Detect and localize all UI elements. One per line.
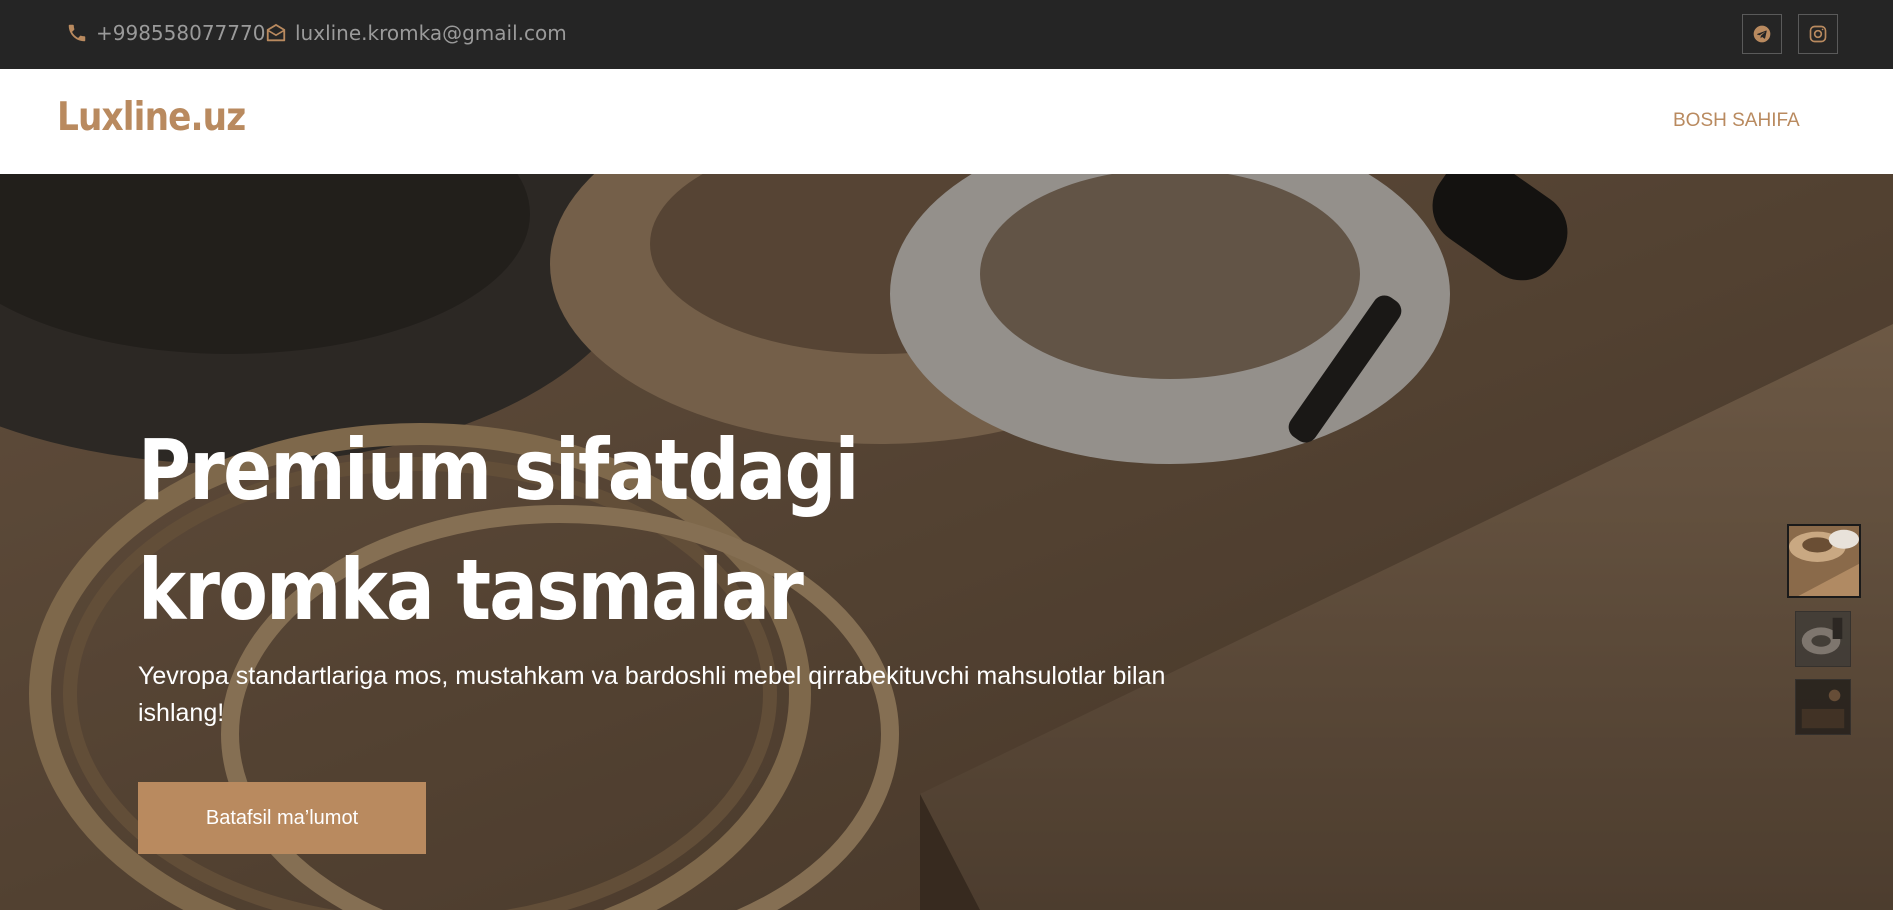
- slide-thumbnail-3[interactable]: [1795, 679, 1851, 735]
- hero-subtitle: Yevropa standartlariga mos, mustahkam va…: [138, 662, 1166, 727]
- hero-title: Premium sifatdagi kromka tasmalar: [138, 421, 859, 639]
- slide-thumbnail-image: [1796, 612, 1850, 666]
- email-address: luxline.kromka@gmail.com: [295, 21, 567, 45]
- telegram-icon: [1753, 25, 1771, 43]
- site-logo[interactable]: Luxline.uz: [57, 95, 246, 140]
- phone-icon: [68, 24, 86, 42]
- top-bar: +998558077770 luxline.kromka@gmail.com: [0, 0, 1893, 69]
- nav-item-home[interactable]: BOSH SAHIFA: [1673, 110, 1800, 132]
- envelope-icon: [266, 23, 286, 42]
- slide-thumbnail-image: [1789, 526, 1859, 596]
- slide-thumbnail-2[interactable]: [1795, 611, 1851, 667]
- phone-link[interactable]: +998558077770: [66, 21, 265, 45]
- instagram-icon: [1809, 25, 1827, 43]
- main-header: Luxline.uz BOSH SAHIFA: [0, 69, 1893, 174]
- phone-number: +998558077770: [96, 21, 266, 45]
- more-info-button[interactable]: Batafsil ma’lumot: [138, 782, 426, 854]
- hero-slider: Premium sifatdagi kromka tasmalar Yevrop…: [0, 174, 1893, 910]
- email-link[interactable]: luxline.kromka@gmail.com: [265, 21, 567, 45]
- slide-thumbnail-image: [1796, 680, 1850, 734]
- instagram-button[interactable]: [1798, 14, 1838, 54]
- slide-thumbnail-1[interactable]: [1787, 524, 1861, 598]
- telegram-button[interactable]: [1742, 14, 1782, 54]
